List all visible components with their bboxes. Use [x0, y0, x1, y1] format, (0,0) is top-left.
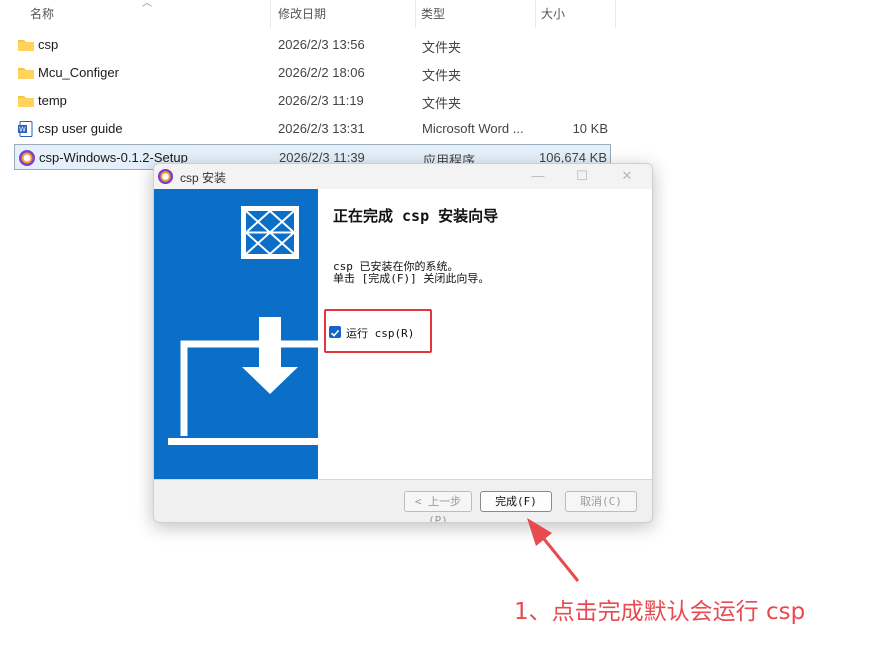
- annotation-arrow-icon: [527, 518, 580, 582]
- annotation-text: 1、点击完成默认会运行 csp: [514, 599, 806, 625]
